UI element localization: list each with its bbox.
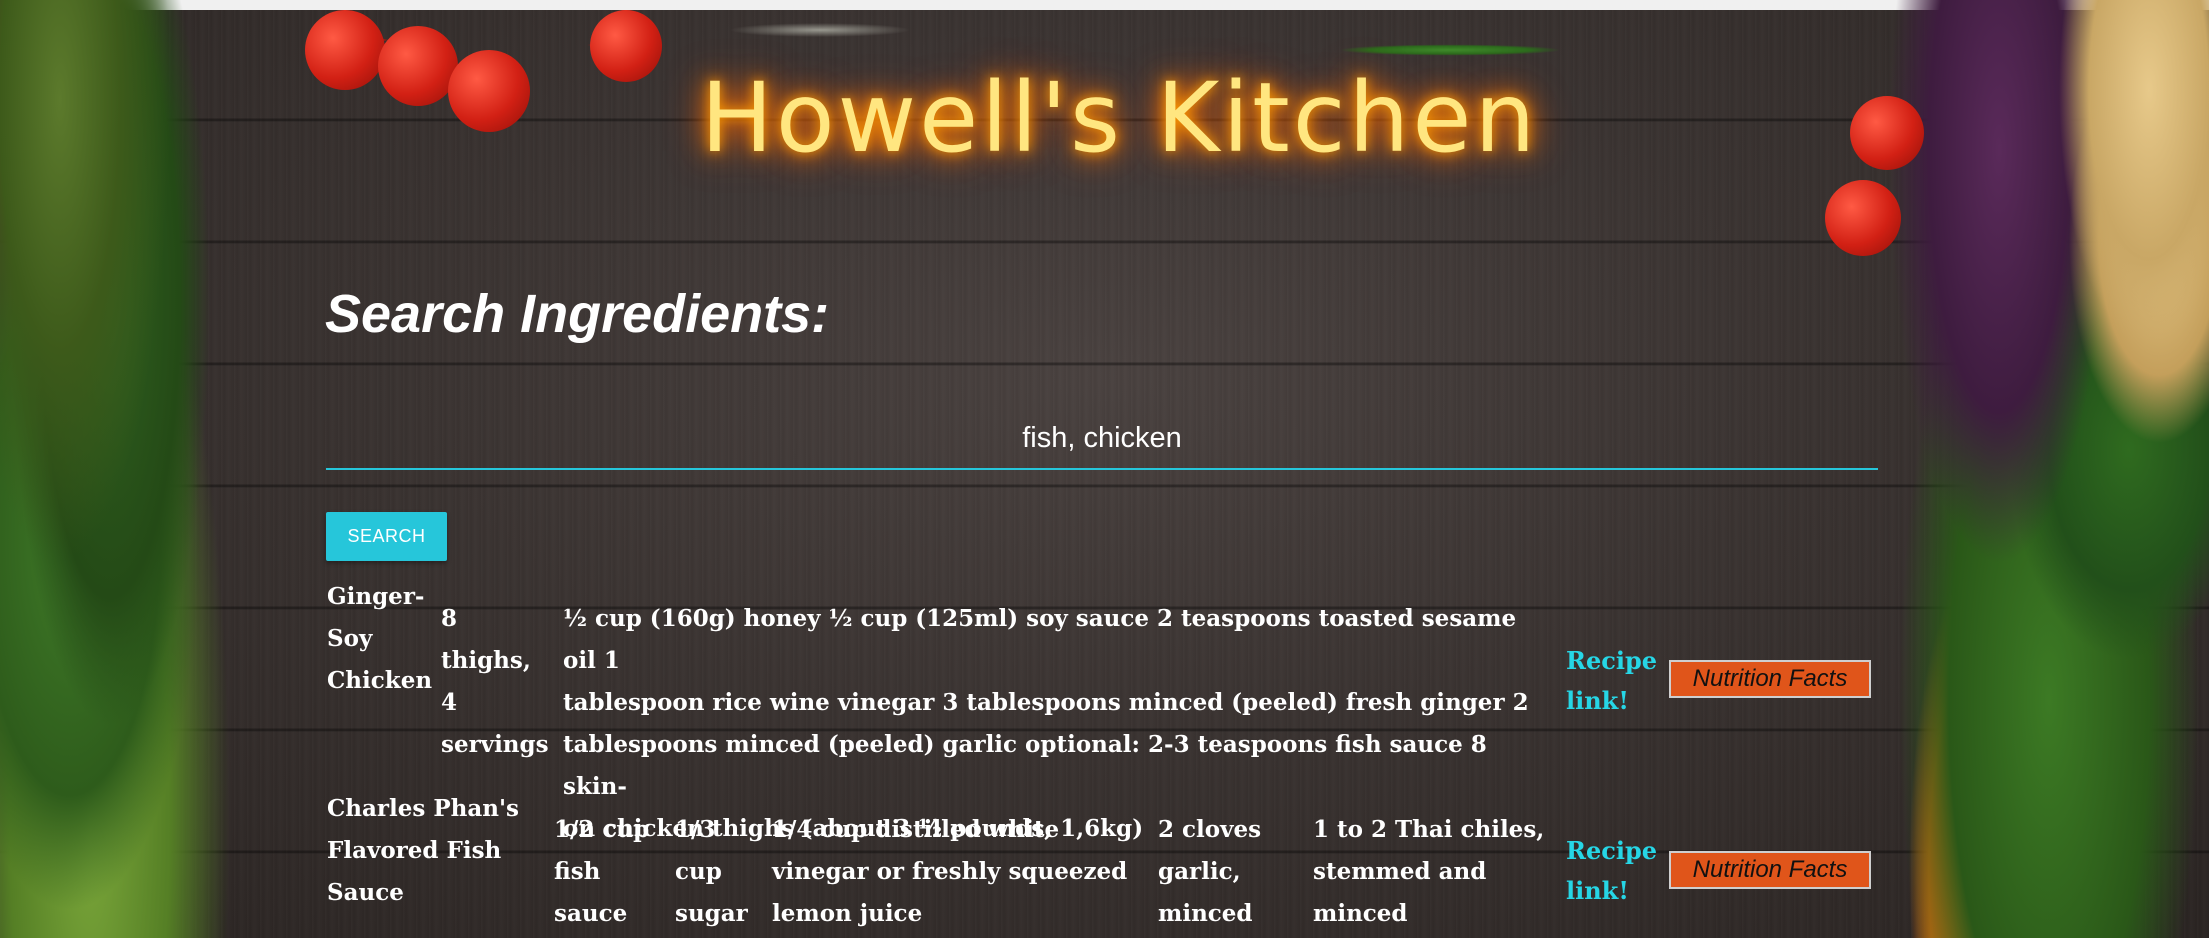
nutrition-facts-button[interactable]: Nutrition Facts — [1669, 660, 1871, 698]
site-title: Howell's Kitchen — [700, 62, 1539, 174]
recipe-name: Ginger- Soy Chicken — [327, 583, 433, 694]
ingredient-cell: 2 cloves garlic, minced — [1158, 816, 1262, 927]
recipe-name: Charles Phan's Flavored Fish Sauce — [327, 795, 520, 906]
ingredient-cell: 1 to 2 Thai chiles, stemmed and minced — [1313, 816, 1545, 927]
tomato-icon — [1825, 180, 1901, 256]
page: Howell's Kitchen Search Ingredients: SEA… — [0, 0, 2209, 938]
ingredient-cell: 1/3 cup sugar — [675, 816, 748, 927]
browser-top-edge — [0, 0, 2209, 10]
recipe-yield: 8 thighs, 4 servings — [441, 605, 549, 758]
recipe-link[interactable]: Recipe link! — [1566, 641, 1657, 721]
nutrition-facts-button[interactable]: Nutrition Facts — [1669, 851, 1871, 889]
recipe-link[interactable]: Recipe link! — [1566, 831, 1657, 911]
search-button[interactable]: SEARCH — [326, 512, 447, 561]
ingredient-cell: 1/2 cup fish sauce — [554, 816, 650, 927]
ingredient-cell: 1/4 cup distilled white vinegar or fresh… — [772, 816, 1128, 927]
search-heading: Search Ingredients: — [325, 284, 830, 344]
ingredient-search-input[interactable] — [326, 408, 1878, 470]
